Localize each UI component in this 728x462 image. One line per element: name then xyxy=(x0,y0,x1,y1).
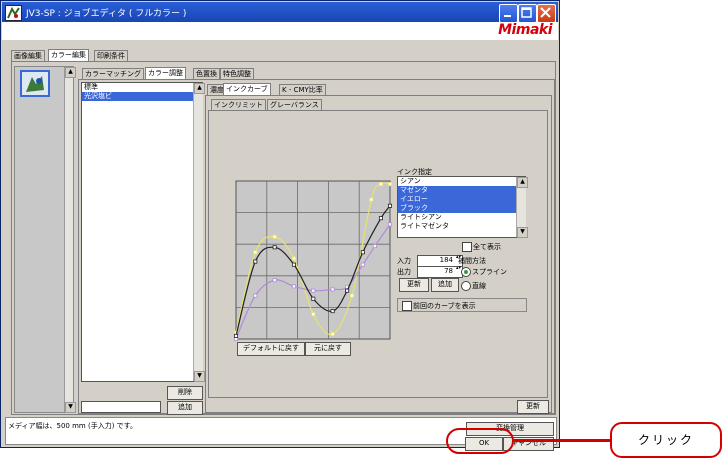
mimaki-logo: Mimaki xyxy=(498,22,552,38)
click-callout: クリック xyxy=(610,422,722,458)
data-point xyxy=(234,333,238,338)
data-point xyxy=(272,234,277,239)
data-point xyxy=(345,288,350,293)
interp-label: 補間方法 xyxy=(458,257,486,265)
ink-curve-panel: インクリミット グレーバランス デフォルトに戻す 元に戻す インク指定 シアン … xyxy=(205,95,552,414)
spline-radio[interactable] xyxy=(461,267,471,277)
data-point xyxy=(378,182,383,187)
callout-line xyxy=(514,439,614,442)
data-point xyxy=(360,250,365,255)
add-point-button[interactable]: 追加 xyxy=(431,278,459,292)
data-point xyxy=(387,182,392,187)
list-scrollbar[interactable]: ▲ ▼ xyxy=(193,83,205,382)
ok-highlight-ring xyxy=(446,428,514,454)
thumbnail-scrollbar[interactable]: ▲ ▼ xyxy=(64,67,76,413)
data-point xyxy=(372,244,377,249)
data-point xyxy=(349,293,354,298)
default-button[interactable]: デフォルトに戻す xyxy=(237,342,305,356)
ink-item-selected[interactable]: イエロー xyxy=(398,195,525,204)
data-point xyxy=(330,309,335,314)
output-label: 出力 xyxy=(397,268,411,276)
list-item[interactable]: 標準 xyxy=(82,83,202,92)
prev-curve-label: 前回のカーブを表示 xyxy=(413,302,476,310)
adjust-list[interactable]: 標準 光沢塩ビ ▲ ▼ xyxy=(81,82,205,382)
data-point xyxy=(272,245,277,250)
data-point xyxy=(253,293,258,298)
image-thumbnail[interactable] xyxy=(20,70,50,97)
data-point xyxy=(291,284,296,289)
data-point xyxy=(369,197,374,202)
data-point xyxy=(253,259,258,264)
ink-item[interactable]: シアン xyxy=(398,177,525,186)
ink-item-selected[interactable]: ブラック xyxy=(398,204,525,213)
data-point xyxy=(311,288,316,293)
ink-item[interactable]: ライトマゼンタ xyxy=(398,222,525,231)
maximize-icon xyxy=(521,7,532,18)
data-point xyxy=(311,296,316,301)
show-all-checkbox[interactable] xyxy=(462,242,472,252)
app-icon xyxy=(5,5,22,21)
thumbnail-image xyxy=(22,72,48,95)
ink-limit-panel: デフォルトに戻す 元に戻す インク指定 シアン マゼンタ イエロー ブラック ラ… xyxy=(208,110,548,398)
maximize-button[interactable] xyxy=(518,4,537,23)
ink-curve-chart[interactable] xyxy=(234,179,392,341)
color-adjust-panel: 標準 光沢塩ビ ▲ ▼ 削除 追加 濃度 インクカーブ K - CMY比率 イン… xyxy=(78,79,555,415)
scroll-up-icon[interactable]: ▲ xyxy=(517,177,528,188)
data-point xyxy=(360,262,365,267)
job-editor-window: JV3-SP : ジョブエディタ ( フルカラー ) Mimaki 画像編集 カ… xyxy=(0,0,560,451)
scroll-up-icon[interactable]: ▲ xyxy=(65,67,76,78)
title-bar[interactable]: JV3-SP : ジョブエディタ ( フルカラー ) xyxy=(2,2,558,23)
window-title: JV3-SP : ジョブエディタ ( フルカラー ) xyxy=(26,9,187,19)
data-point xyxy=(378,216,383,221)
restore-button[interactable]: 元に戻す xyxy=(305,342,351,356)
scroll-up-icon[interactable]: ▲ xyxy=(194,83,205,94)
ink-item[interactable]: ライトシアン xyxy=(398,213,525,222)
scroll-down-icon[interactable]: ▼ xyxy=(65,402,76,413)
data-point xyxy=(311,312,316,317)
spline-label: スプライン xyxy=(472,268,507,276)
list-item-selected[interactable]: 光沢塩ビ xyxy=(82,92,202,101)
ink-list-scrollbar[interactable]: ▲ ▼ xyxy=(516,177,528,238)
brand-bar: Mimaki xyxy=(2,22,558,40)
output-spinner[interactable]: 78 xyxy=(417,266,463,278)
input-label: 入力 xyxy=(397,257,411,265)
status-text: メディア幅は、500 mm (手入力) です。 xyxy=(8,422,137,430)
scroll-down-icon[interactable]: ▼ xyxy=(517,227,528,238)
minimize-button[interactable] xyxy=(499,4,518,23)
color-edit-panel: ▲ ▼ カラーマッチング カラー調整 色置換 特色調整 標準 光沢塩ビ ▲ ▼ … xyxy=(11,61,556,415)
linear-radio[interactable] xyxy=(461,281,471,291)
linear-label: 直線 xyxy=(472,282,486,290)
delete-button[interactable]: 削除 xyxy=(167,386,203,400)
close-button[interactable] xyxy=(537,4,556,23)
data-point xyxy=(253,250,258,255)
data-point xyxy=(272,278,277,283)
panel-update-button[interactable]: 更新 xyxy=(517,400,549,414)
add-button[interactable]: 追加 xyxy=(167,401,203,415)
update-button[interactable]: 更新 xyxy=(399,278,429,292)
data-point xyxy=(387,203,392,208)
show-all-label: 全て表示 xyxy=(473,243,501,251)
data-point xyxy=(291,262,296,267)
new-name-input[interactable] xyxy=(81,401,161,413)
close-icon xyxy=(540,7,551,18)
scroll-down-icon[interactable]: ▼ xyxy=(194,371,205,382)
prev-curve-checkbox[interactable] xyxy=(402,301,412,311)
data-point xyxy=(291,256,296,261)
ink-item-selected[interactable]: マゼンタ xyxy=(398,186,525,195)
ink-spec-list[interactable]: シアン マゼンタ イエロー ブラック ライトシアン ライトマゼンタ ▲ ▼ xyxy=(397,176,528,238)
thumbnail-pane: ▲ ▼ xyxy=(14,66,76,413)
minimize-icon xyxy=(504,15,511,17)
prev-curve-box: 前回のカーブを表示 xyxy=(397,298,527,312)
data-point xyxy=(330,287,335,292)
data-point xyxy=(387,222,392,227)
data-point xyxy=(330,332,335,337)
